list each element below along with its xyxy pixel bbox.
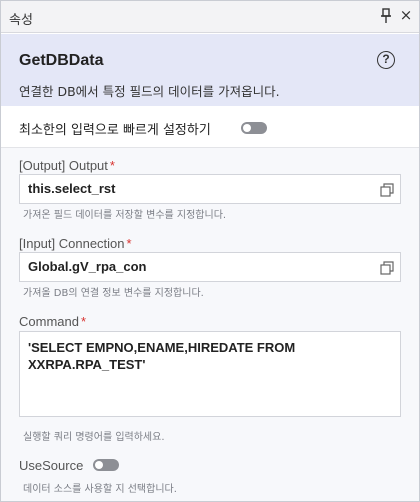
required-mark: * <box>126 236 132 251</box>
required-mark: * <box>80 314 87 329</box>
panel-title: 속성 <box>9 13 33 28</box>
quick-setup-label: 최소한의 입력으로 빠르게 설정하기 <box>19 123 211 138</box>
output-label: [Output] Output * <box>19 158 115 173</box>
close-icon[interactable]: × <box>399 6 413 24</box>
properties-body: [Output] Output * this.select_rst 가져온 필드 … <box>1 148 419 501</box>
command-hint: 실행할 쿼리 명령어를 입력하세요. <box>23 432 165 443</box>
activity-header: GetDBData ? 연결한 DB에서 특정 필드의 데이터를 가져옵니다. <box>1 34 419 106</box>
output-field[interactable]: this.select_rst <box>19 174 401 204</box>
usesource-toggle[interactable] <box>93 459 119 471</box>
connection-label: [Input] Connection * <box>19 236 132 251</box>
output-hint: 가져온 필드 데이터를 저장할 변수를 지정합니다. <box>23 210 227 221</box>
output-value: this.select_rst <box>28 181 116 196</box>
help-icon[interactable]: ? <box>377 51 395 69</box>
command-label: Command * <box>19 314 87 329</box>
activity-description: 연결한 DB에서 특정 필드의 데이터를 가져옵니다. <box>19 84 280 99</box>
toggle-knob <box>95 461 103 469</box>
connection-value: Global.gV_rpa_con <box>28 259 147 274</box>
pin-icon[interactable] <box>379 7 393 25</box>
usesource-label: UseSource <box>19 458 84 473</box>
toggle-knob <box>243 124 251 132</box>
connection-field[interactable]: Global.gV_rpa_con <box>19 252 401 282</box>
command-value: 'SELECT EMPNO,ENAME,HIREDATE FROM XXRPA.… <box>28 340 296 372</box>
quick-setup-row: 최소한의 입력으로 빠르게 설정하기 <box>1 106 419 148</box>
usesource-hint: 데이터 소스를 사용할 지 선택합니다. <box>23 484 177 495</box>
quick-setup-toggle[interactable] <box>241 122 267 134</box>
command-textarea[interactable]: 'SELECT EMPNO,ENAME,HIREDATE FROM XXRPA.… <box>19 331 401 417</box>
activity-name: GetDBData <box>19 52 104 69</box>
copy-icon[interactable] <box>380 260 394 275</box>
properties-panel: 속성 × GetDBData ? 연결한 DB에서 특정 필드의 데이터를 가져… <box>0 0 420 502</box>
connection-hint: 가져올 DB의 연결 정보 변수를 지정합니다. <box>23 288 204 299</box>
panel-titlebar: 속성 × <box>1 1 419 33</box>
copy-icon[interactable] <box>380 182 394 197</box>
required-mark: * <box>109 158 115 173</box>
